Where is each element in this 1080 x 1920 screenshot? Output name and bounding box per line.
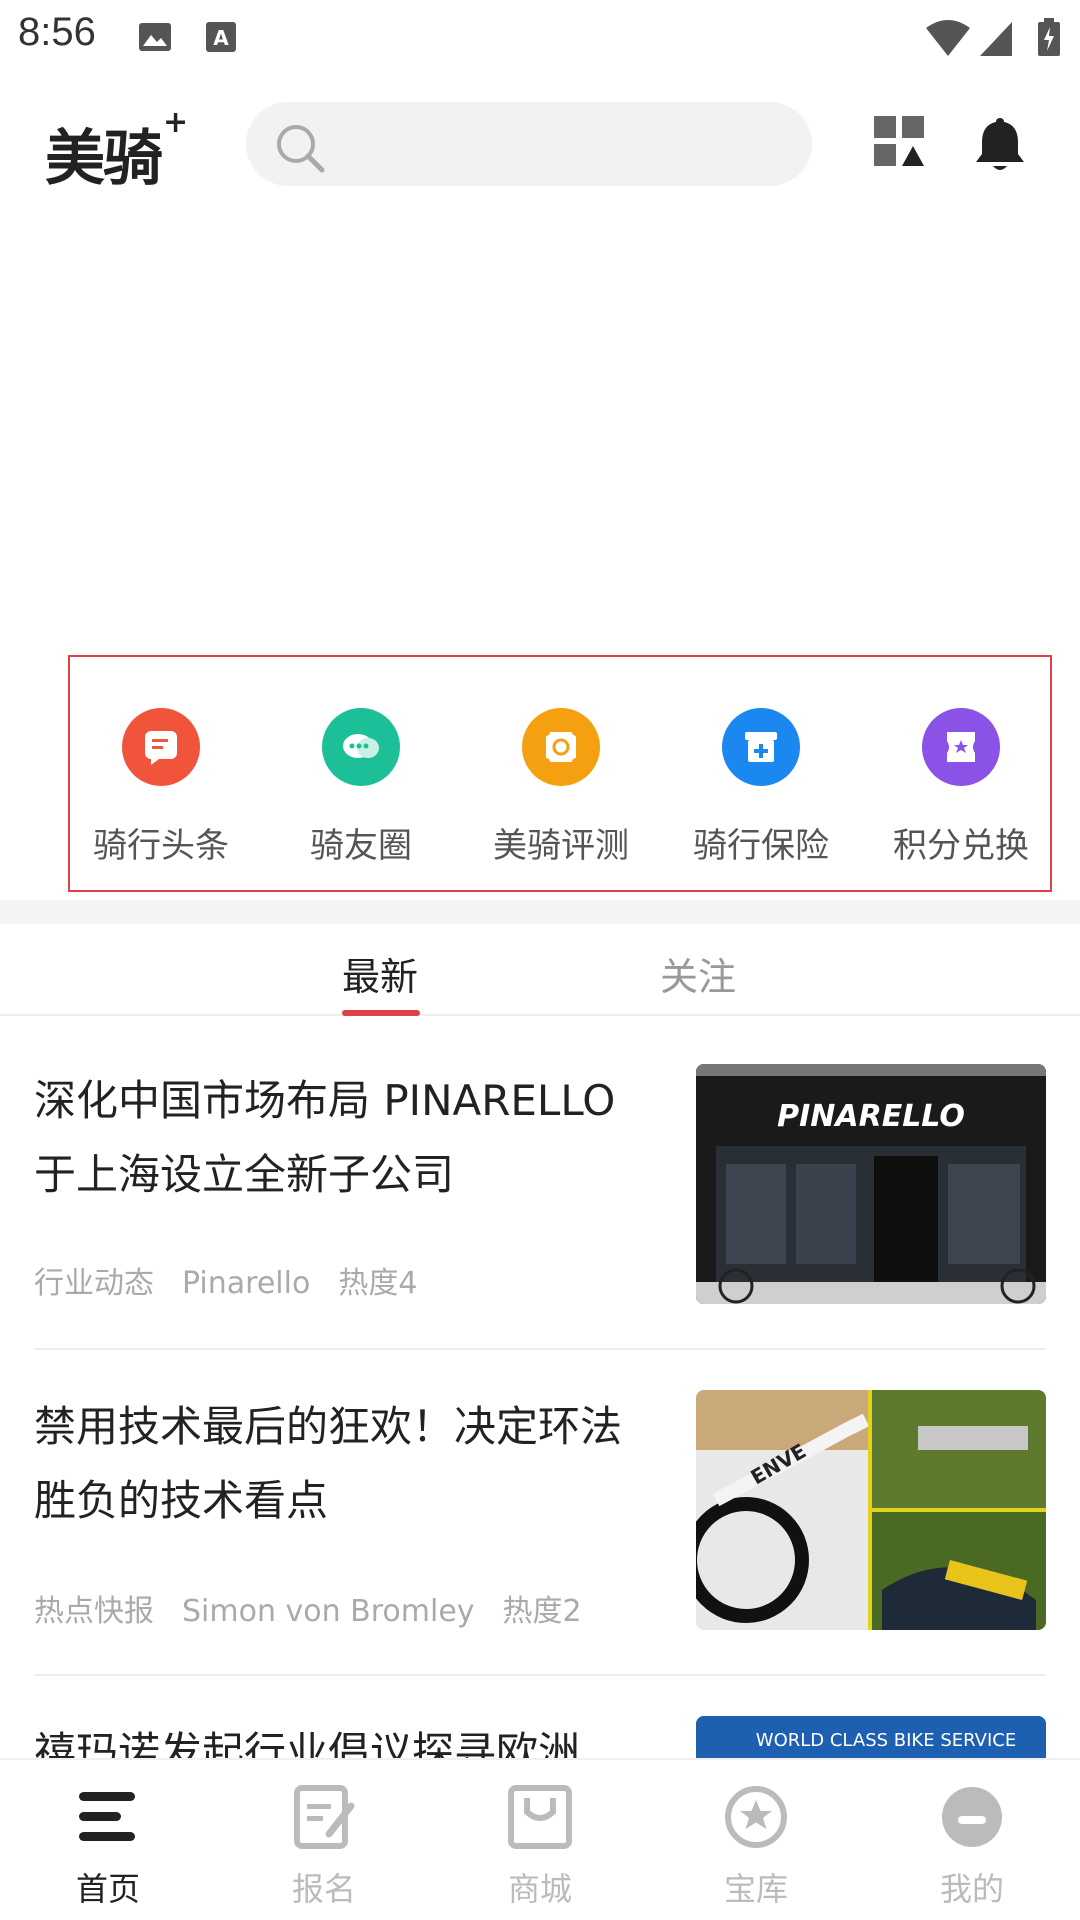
article-author: Pinarello <box>182 1266 311 1301</box>
nav-label: 我的 <box>939 1870 1004 1908</box>
nav-label: 首页 <box>75 1870 140 1908</box>
article-title: 深化中国市场布局 PINARELLO 于上海设立全新子公司 <box>34 1076 616 1199</box>
nav-signup[interactable]: 报名 <box>216 1760 432 1920</box>
category-grid-button[interactable] <box>870 112 934 176</box>
app-header: 美骑+ <box>0 90 1080 200</box>
tab-latest[interactable]: 最新 <box>342 946 418 1001</box>
search-icon <box>274 122 326 178</box>
svg-text:PINARELLO: PINARELLO <box>777 1099 965 1134</box>
article-divider <box>34 1674 1046 1676</box>
article-heat: 热度2 <box>502 1594 582 1629</box>
nav-shop[interactable]: 商城 <box>432 1760 648 1920</box>
nav-profile[interactable]: 我的 <box>864 1760 1080 1920</box>
article-card[interactable]: 深化中国市场布局 PINARELLO 于上海设立全新子公司 行业动态 Pinare… <box>34 1064 1046 1324</box>
article-author: Simon von Bromley <box>182 1594 475 1629</box>
svg-text:WORLD CLASS BIKE SERVICE: WORLD CLASS BIKE SERVICE <box>756 1730 1016 1751</box>
quick-nav-item-insurance[interactable]: 骑行保险 <box>666 690 856 870</box>
article-heat: 热度4 <box>338 1266 418 1301</box>
insurance-icon <box>722 708 800 786</box>
search-input[interactable] <box>336 102 796 186</box>
quick-nav-label: 积分兑换 <box>893 826 1029 866</box>
bell-icon <box>976 118 1024 170</box>
keyboard-notification-icon: A <box>204 18 238 60</box>
profile-icon <box>937 1782 1007 1852</box>
nav-home[interactable]: 首页 <box>0 1760 216 1920</box>
grid-icon <box>874 116 924 166</box>
search-bar[interactable] <box>246 102 812 186</box>
battery-icon <box>1036 18 1062 62</box>
shop-icon <box>505 1782 575 1852</box>
quick-nav: 骑行头条 骑友圈 美骑评测 骑行保险 积分兑换 <box>66 690 1029 870</box>
nav-treasure[interactable]: 宝库 <box>648 1760 864 1920</box>
article-thumbnail: ENVE <box>696 1390 1046 1630</box>
article-card[interactable]: 禁用技术最后的狂欢！决定环法胜负的技术看点 热点快报 Simon von Brom… <box>34 1390 1046 1650</box>
quick-nav-label: 骑行头条 <box>93 826 229 866</box>
points-icon <box>922 708 1000 786</box>
bottom-navigation: 首页 报名 商城 宝库 我的 <box>0 1758 1080 1920</box>
status-time: 8:56 <box>18 10 96 54</box>
quick-nav-label: 骑行保险 <box>693 826 829 866</box>
feed-tabs: 最新 关注 <box>0 924 1080 1016</box>
quick-nav-item-news[interactable]: 骑行头条 <box>66 690 256 870</box>
article-category: 行业动态 <box>34 1266 154 1301</box>
tab-follow[interactable]: 关注 <box>660 946 736 1001</box>
quick-nav-item-review[interactable]: 美骑评测 <box>466 690 656 870</box>
article-thumbnail: PINARELLO <box>696 1064 1046 1304</box>
svg-text:A: A <box>213 26 229 50</box>
quick-nav-label: 美骑评测 <box>493 826 629 866</box>
signup-icon <box>289 1782 359 1852</box>
status-bar: 8:56 A <box>0 0 1080 74</box>
article-divider <box>34 1348 1046 1350</box>
article-meta: 行业动态 Pinarello 热度4 <box>34 1258 445 1302</box>
news-icon <box>122 708 200 786</box>
chat-icon <box>322 708 400 786</box>
quick-nav-item-points[interactable]: 积分兑换 <box>866 690 1056 870</box>
article-meta: 热点快报 Simon von Bromley 热度2 <box>34 1586 610 1630</box>
active-tab-indicator <box>342 1010 420 1016</box>
app-logo: 美骑+ <box>45 105 188 194</box>
notification-button[interactable] <box>968 112 1032 176</box>
article-title: 禁用技术最后的狂欢！决定环法胜负的技术看点 <box>34 1402 623 1525</box>
article-category: 热点快报 <box>34 1594 154 1629</box>
home-icon <box>73 1782 143 1852</box>
quick-nav-item-community[interactable]: 骑友圈 <box>266 690 456 870</box>
signal-icon <box>978 18 1014 62</box>
treasure-icon <box>721 1782 791 1852</box>
image-notification-icon <box>136 18 174 60</box>
wifi-icon <box>924 18 972 62</box>
nav-label: 宝库 <box>723 1870 788 1908</box>
nav-label: 报名 <box>291 1870 356 1908</box>
review-icon <box>522 708 600 786</box>
quick-nav-label: 骑友圈 <box>310 826 412 866</box>
nav-label: 商城 <box>507 1870 572 1908</box>
section-separator <box>0 900 1080 924</box>
